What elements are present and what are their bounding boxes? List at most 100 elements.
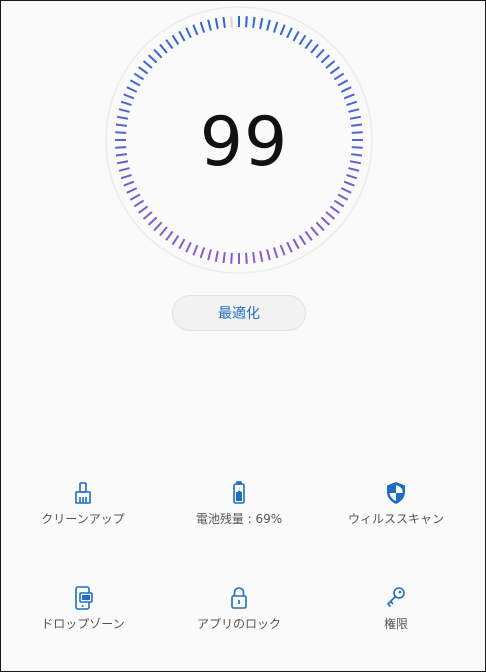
gauge-tick: [117, 160, 129, 165]
tool-app-lock-label: アプリのロック: [196, 617, 281, 631]
gauge-tick: [207, 19, 212, 31]
tool-dropzone-label: ドロップゾーン: [41, 617, 125, 631]
gauge-tick: [153, 221, 163, 232]
gauge-tick: [340, 86, 352, 93]
gauge-tick: [337, 79, 349, 87]
gauge-tick: [298, 34, 307, 46]
broom-icon: [75, 482, 91, 504]
gauge-tick: [126, 187, 138, 194]
gauge-tick: [126, 86, 138, 93]
gauge-tick: [304, 39, 313, 50]
gauge-tick: [349, 160, 361, 165]
gauge-tick: [346, 100, 358, 107]
gauge-tick: [266, 19, 271, 31]
gauge-tick: [315, 48, 325, 59]
gauge-tick: [115, 153, 128, 157]
gauge-tick: [286, 27, 293, 39]
gauge-tick: [279, 24, 286, 36]
tool-permissions[interactable]: 権限: [321, 585, 471, 655]
gauge-tick: [118, 108, 130, 113]
gauge-tick: [333, 72, 345, 81]
gauge-tick: [159, 226, 168, 237]
gauge-tick: [178, 30, 186, 42]
gauge-tick: [171, 34, 180, 46]
gauge-tick: [343, 180, 355, 187]
gauge-tick: [310, 43, 319, 54]
gauge-tick: [252, 16, 256, 29]
gauge-tick: [214, 18, 219, 30]
gauge-tick: [337, 193, 349, 201]
gauge-tick: [252, 251, 256, 264]
gauge-tick: [129, 79, 141, 87]
gauge-tick: [325, 60, 336, 69]
gauge-tick: [115, 146, 127, 149]
gauge-tick: [292, 30, 300, 42]
gauge-tick: [171, 234, 180, 246]
gauge-tick: [348, 167, 360, 172]
gauge-tick: [315, 221, 325, 232]
tool-permissions-label: 権限: [383, 617, 408, 631]
gauge-tick: [129, 193, 141, 201]
gauge-tick: [329, 205, 340, 214]
gauge-tick: [138, 205, 149, 214]
tool-battery[interactable]: 電池残量 : 69%: [164, 480, 314, 550]
optimization-score: 99: [199, 103, 289, 182]
gauge-tick: [245, 16, 248, 28]
tool-virus-scan[interactable]: ウィルススキャン: [321, 480, 471, 550]
key-icon: [387, 587, 405, 607]
gauge-tick: [304, 230, 313, 241]
gauge-tick: [350, 153, 363, 157]
gauge-tick: [138, 66, 149, 75]
gauge-tick: [351, 131, 363, 134]
tool-battery-label: 電池残量 : 69%: [195, 512, 283, 526]
gauge-tick: [147, 216, 158, 226]
gauge-tick: [230, 16, 233, 28]
gauge-tick: [115, 131, 127, 134]
gauge-tick: [120, 173, 132, 180]
tool-dropzone[interactable]: ドロップゾーン: [8, 585, 158, 655]
gauge-tick: [142, 60, 153, 69]
lock-icon: [231, 587, 247, 609]
gauge-tick: [292, 238, 300, 250]
gauge-tick: [115, 123, 128, 127]
gauge-tick: [351, 146, 363, 149]
gauge-tick: [349, 115, 361, 120]
gauge-tick: [133, 72, 145, 81]
gauge-tick: [279, 244, 286, 256]
gauge-tick: [329, 66, 340, 75]
gauge-tick: [286, 241, 293, 253]
gauge-tick: [117, 115, 129, 120]
dropzone-icon: [75, 586, 93, 610]
gauge-tick: [192, 24, 199, 36]
gauge-tick: [120, 100, 132, 107]
gauge-tick: [222, 251, 226, 264]
gauge-tick: [320, 216, 331, 226]
gauge-tick: [245, 252, 248, 264]
gauge-tick: [165, 230, 174, 241]
gauge-tick: [214, 250, 219, 262]
tool-virus-scan-label: ウィルススキャン: [347, 512, 444, 526]
gauge-tick: [272, 247, 279, 259]
optimize-button[interactable]: 最適化: [172, 295, 306, 331]
gauge-tick: [123, 180, 135, 187]
tool-cleanup[interactable]: クリーンアップ: [8, 480, 158, 550]
gauge-tick: [348, 108, 360, 113]
battery-icon: [233, 481, 245, 504]
shield-icon: [387, 482, 405, 504]
gauge-tick: [192, 244, 199, 256]
gauge-tick: [333, 199, 345, 208]
gauge-tick: [343, 93, 355, 100]
gauge-tick: [185, 241, 192, 253]
gauge-tick: [350, 123, 363, 127]
gauge-tick: [310, 226, 319, 237]
tool-app-lock[interactable]: アプリのロック: [164, 585, 314, 655]
gauge-tick: [346, 173, 358, 180]
gauge-tick: [230, 252, 233, 264]
gauge-tick: [266, 249, 271, 261]
gauge-tick: [118, 167, 130, 172]
gauge-tick: [153, 48, 163, 59]
gauge-tick: [320, 54, 331, 64]
gauge-tick: [222, 16, 226, 29]
gauge-tick: [272, 21, 279, 33]
gauge-tick: [159, 43, 168, 54]
